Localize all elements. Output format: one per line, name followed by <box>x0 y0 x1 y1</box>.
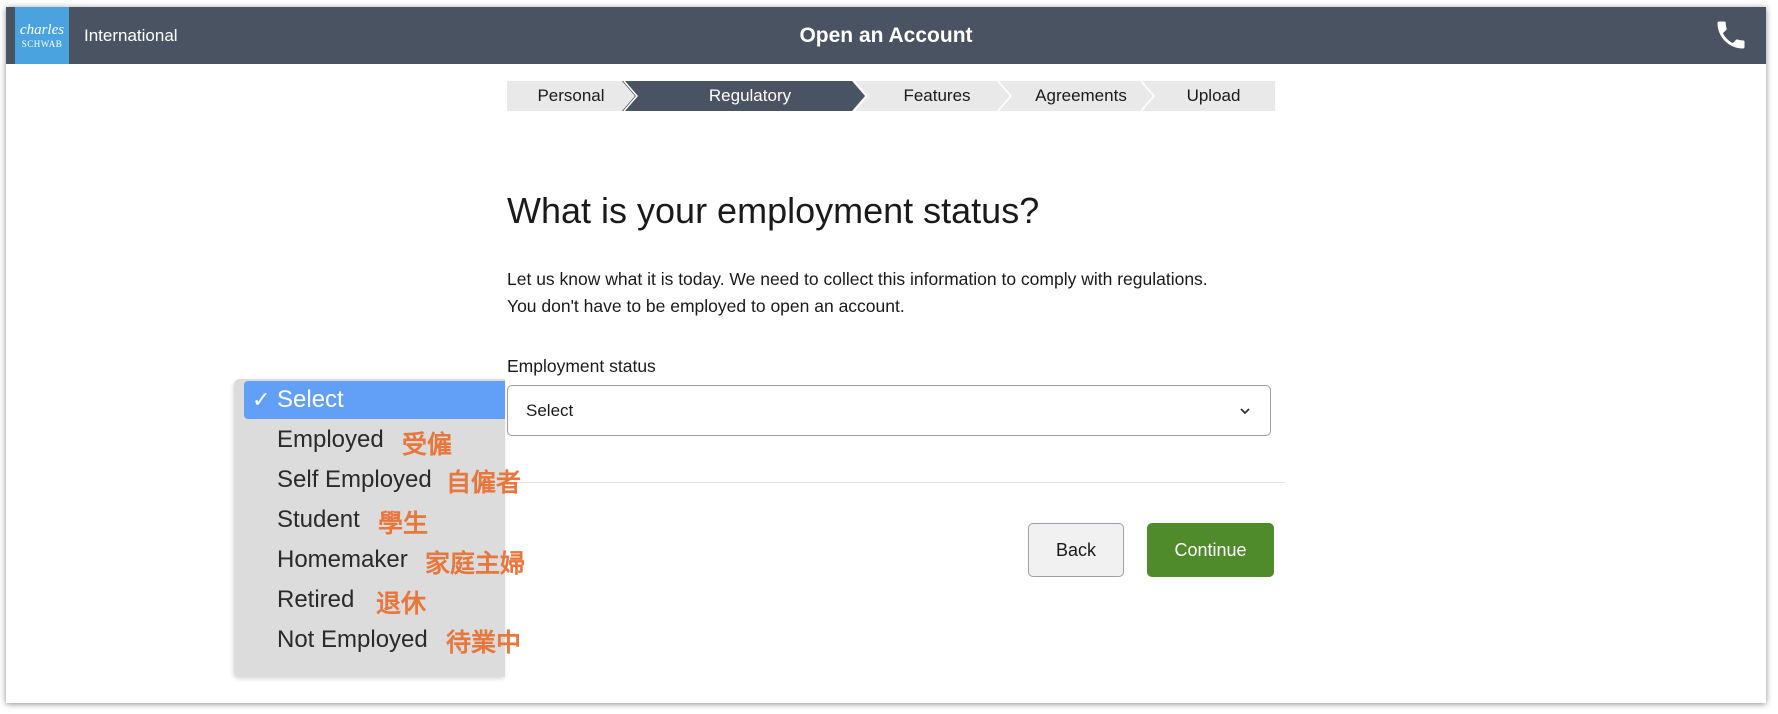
annotation-homemaker: 家庭主婦 <box>425 549 526 578</box>
dropdown-option-student[interactable]: Student <box>234 499 505 537</box>
step-agreements: Agreements <box>1035 86 1127 105</box>
description-line-2: You don't have to be employed to open an… <box>507 296 905 316</box>
annotation-not-employed: 待業中 <box>446 628 522 657</box>
option-label: Not Employed <box>277 626 428 653</box>
annotation-student: 學生 <box>378 509 429 538</box>
annotation-self-employed: 自僱者 <box>446 468 522 497</box>
step-upload: Upload <box>1186 86 1241 105</box>
page-title: Open an Account <box>799 24 973 47</box>
section-divider <box>507 482 1285 483</box>
annotation-retired: 退休 <box>376 589 427 618</box>
top-header: charles SCHWAB International Open an Acc… <box>6 7 1766 64</box>
continue-button[interactable]: Continue <box>1147 523 1274 577</box>
back-button[interactable]: Back <box>1028 523 1124 577</box>
question-description: Let us know what it is today. We need to… <box>507 266 1208 320</box>
app-window: charles SCHWAB International Open an Acc… <box>6 7 1766 703</box>
option-label: Retired <box>277 586 355 613</box>
option-label: Employed <box>277 426 384 453</box>
select-value: Select <box>526 401 574 420</box>
employment-status-select[interactable]: Select <box>507 385 1271 436</box>
chevron-down-icon <box>1240 408 1250 415</box>
phone-icon[interactable] <box>1713 17 1749 53</box>
step-features: Features <box>903 86 971 105</box>
question-heading: What is your employment status? <box>507 190 1040 231</box>
option-label: Select <box>277 386 344 413</box>
dropdown-option-employed[interactable]: Employed <box>234 419 505 457</box>
option-label: Student <box>277 506 360 533</box>
progress-steps: Personal Regulatory Features Agreements … <box>507 81 1275 111</box>
dropdown-option-select[interactable]: ✓ Select <box>234 379 505 419</box>
checkmark-icon: ✓ <box>252 387 271 412</box>
employment-status-label: Employment status <box>507 356 656 376</box>
step-personal: Personal <box>537 86 605 105</box>
annotation-employed: 受僱 <box>402 430 453 459</box>
step-regulatory: Regulatory <box>708 86 792 105</box>
dropdown-option-retired[interactable]: Retired <box>234 579 505 617</box>
option-label: Self Employed <box>277 466 432 493</box>
description-line-1: Let us know what it is today. We need to… <box>507 269 1208 289</box>
option-label: Homemaker <box>277 546 408 573</box>
